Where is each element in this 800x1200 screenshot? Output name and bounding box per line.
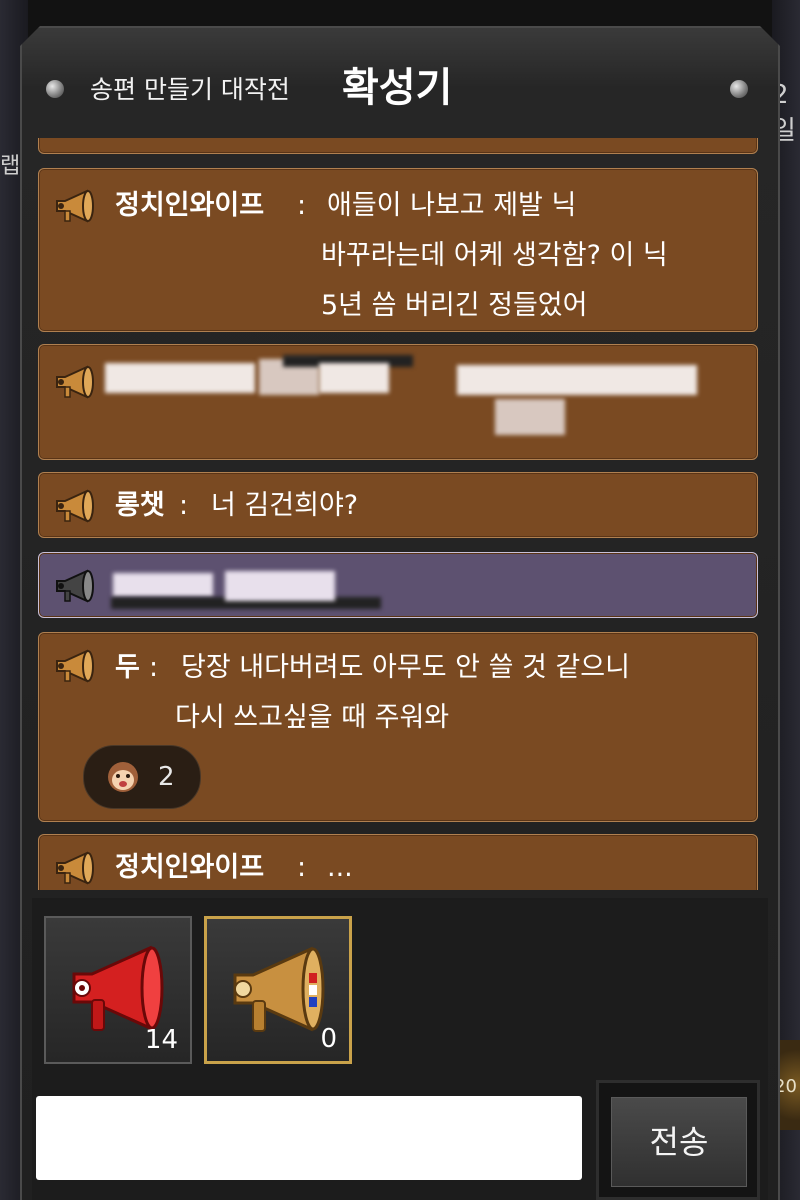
- megaphone-gold-icon: [56, 851, 94, 885]
- chat-message[interactable]: 두 : 당장 내다버려도 아무도 안 쓸 것 같으니 다시 쓰고싶을 때 주워와…: [38, 632, 758, 822]
- megaphone-slot-gold[interactable]: 0: [204, 916, 352, 1064]
- message-line: ...: [327, 852, 353, 883]
- panel-title: 확성기: [342, 65, 453, 111]
- monkey-face-icon: [108, 762, 138, 792]
- censor-mosaic: [495, 399, 565, 435]
- megaphone-dark-icon: [56, 569, 94, 603]
- megaphone-gold-icon: [56, 365, 94, 399]
- message-separator: :: [297, 852, 307, 883]
- message-line: 너 김건희야?: [211, 490, 359, 521]
- megaphone-gold-icon: [56, 189, 94, 223]
- reaction-badge[interactable]: 2: [83, 745, 201, 809]
- message-separator: :: [297, 190, 307, 221]
- message-input[interactable]: [36, 1096, 582, 1180]
- event-subtitle: 송편 만들기 대작전: [90, 75, 290, 104]
- censor-mosaic: [319, 363, 389, 393]
- chat-message[interactable]: 롱챗 : 너 김건희야?: [38, 472, 758, 538]
- message-line: 다시 쓰고싶을 때 주워와: [175, 702, 450, 733]
- chat-message[interactable]: 정치인와이프 : ...: [38, 834, 758, 890]
- censor-mosaic: [457, 365, 697, 395]
- rivet-left-icon: [46, 80, 64, 98]
- message-separator: :: [149, 652, 159, 683]
- message-sender[interactable]: 정치인와이프: [115, 181, 264, 231]
- message-line: 바꾸라는데 어케 생각함? 이 닉: [321, 240, 668, 271]
- rivet-right-icon: [730, 80, 748, 98]
- send-button[interactable]: 전송: [596, 1080, 760, 1200]
- message-sender[interactable]: 두: [115, 643, 140, 693]
- message-separator: :: [179, 490, 189, 521]
- megaphone-count: 14: [144, 1025, 178, 1055]
- send-button-label: 전송: [611, 1097, 747, 1187]
- panel-header: 송편 만들기 대작전 확성기: [20, 26, 780, 138]
- message-line: 애들이 나보고 제발 닉: [327, 190, 577, 221]
- megaphone-slot-red[interactable]: 14: [44, 916, 192, 1064]
- censor-mosaic: [225, 571, 335, 601]
- chat-message-censored[interactable]: [38, 552, 758, 618]
- message-sender[interactable]: 정치인와이프: [115, 843, 264, 890]
- list-item-partial: [38, 138, 758, 154]
- megaphone-count: 0: [320, 1024, 337, 1054]
- censor-mosaic: [105, 363, 255, 393]
- message-line: 5년 씀 버리긴 정들었어: [321, 290, 588, 321]
- megaphone-gold-icon: [56, 489, 94, 523]
- reaction-count: 2: [158, 762, 175, 792]
- censor-mosaic: [113, 573, 213, 597]
- chat-message[interactable]: 정치인와이프 : 애들이 나보고 제발 닉 바꾸라는데 어케 생각함? 이 닉 …: [38, 168, 758, 332]
- chat-message-censored[interactable]: [38, 344, 758, 460]
- chat-list[interactable]: 정치인와이프 : 애들이 나보고 제발 닉 바꾸라는데 어케 생각함? 이 닉 …: [38, 138, 760, 890]
- megaphone-gold-icon: [56, 649, 94, 683]
- message-line: 당장 내다버려도 아무도 안 쓸 것 같으니: [181, 652, 630, 683]
- message-sender[interactable]: 롱챗: [115, 481, 165, 531]
